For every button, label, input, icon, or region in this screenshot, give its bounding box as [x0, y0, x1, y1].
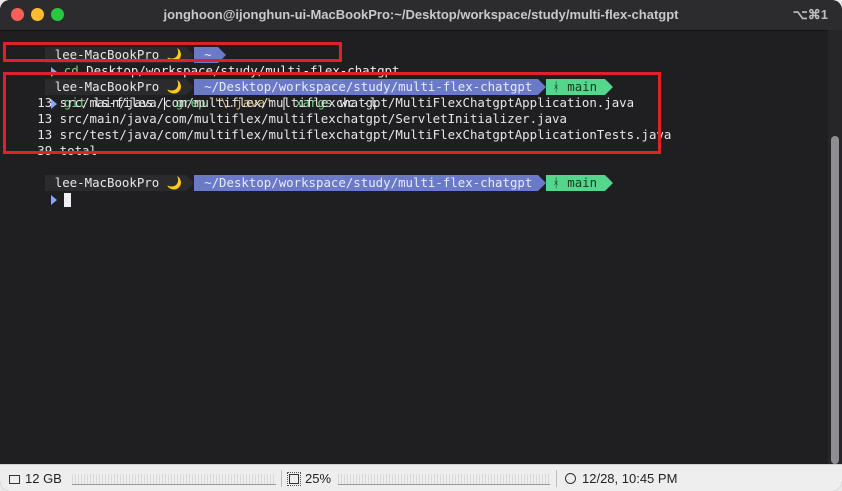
- moon-icon: 🌙: [166, 175, 183, 190]
- window-shortcut: ⌥⌘1: [792, 7, 828, 22]
- clock-icon: [565, 473, 576, 484]
- zoom-window-button[interactable]: [51, 8, 64, 21]
- prompt-line: lee-MacBookPro 🌙 ~/Desktop/workspace/stud…: [0, 159, 614, 191]
- highlight-box-wc-output: [3, 72, 661, 154]
- cpu-icon: [287, 472, 301, 486]
- prompt-path: ~/Desktop/workspace/study/multi-flex-cha…: [194, 175, 539, 191]
- window-title: jonghoon@ijonghun-ui-MacBookPro:~/Deskto…: [163, 7, 679, 22]
- branch-icon: ᚼ: [552, 175, 560, 190]
- minimize-window-button[interactable]: [31, 8, 44, 21]
- memory-icon: [9, 475, 20, 484]
- status-bar: 12 GB 25% 12/28, 10:45 PM: [0, 464, 842, 491]
- scrollbar[interactable]: [828, 30, 842, 464]
- scrollbar-thumb[interactable]: [831, 136, 839, 464]
- memory-graph: [72, 474, 276, 485]
- terminal-window: jonghoon@ijonghun-ui-MacBookPro:~/Deskto…: [0, 0, 842, 491]
- prompt-chevron-icon: [50, 194, 57, 205]
- cpu-status: 25%: [287, 465, 331, 491]
- git-branch-segment: ᚼ main: [546, 175, 606, 191]
- highlight-box-cd-command: [3, 42, 342, 62]
- cpu-graph: [338, 474, 550, 485]
- terminal-content[interactable]: lee-MacBookPro 🌙 ~ cd Desktop/workspace/s…: [0, 30, 842, 464]
- title-bar[interactable]: jonghoon@ijonghun-ui-MacBookPro:~/Deskto…: [0, 0, 842, 31]
- close-window-button[interactable]: [11, 8, 24, 21]
- clock-status: 12/28, 10:45 PM: [565, 465, 677, 491]
- memory-status: 12 GB: [9, 465, 62, 491]
- input-line[interactable]: [0, 175, 71, 207]
- text-cursor: [63, 192, 71, 207]
